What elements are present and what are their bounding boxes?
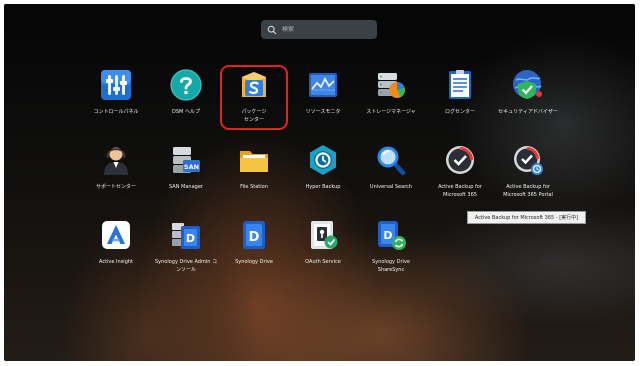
app-label: SAN Manager: [169, 184, 203, 190]
svg-text:D: D: [186, 232, 195, 245]
help-icon: [170, 69, 202, 101]
app-file-station[interactable]: File Station: [215, 143, 293, 191]
app-label: Synology Drive: [235, 259, 273, 265]
drive-sharesync-icon: D: [378, 221, 406, 250]
app-label: Synology Drive ShareSync: [372, 259, 410, 273]
app-control-panel[interactable]: コントロールパネル: [77, 68, 155, 116]
app-label: Universal Search: [369, 184, 413, 190]
svg-text:D: D: [249, 230, 260, 245]
app-label: Hyper Backup: [305, 184, 341, 190]
svg-text:SAN: SAN: [184, 163, 199, 171]
app-hyper-backup[interactable]: Hyper Backup: [284, 143, 362, 191]
app-tooltip: Active Backup for Microsoft 365 - [実行中]: [467, 211, 586, 224]
drive-admin-console-icon: D: [172, 223, 200, 249]
app-log-center[interactable]: ログセンター: [421, 68, 499, 116]
app-label: コントロールパネル: [93, 109, 139, 115]
app-drive-sharesync[interactable]: D Synology Drive ShareSync: [352, 218, 430, 274]
control-panel-icon: [101, 70, 131, 100]
security-advisor-icon: [513, 70, 542, 99]
app-label: ログセンター: [444, 109, 475, 115]
resource-monitor-icon: [309, 73, 337, 97]
app-active-backup-365-portal[interactable]: Active Backup for Microsoft 365 Portal: [489, 143, 567, 199]
active-backup-365-portal-icon: [514, 146, 543, 175]
app-label: ストレージマネージャ: [366, 109, 416, 115]
app-resource-monitor[interactable]: リソースモニタ: [284, 68, 362, 116]
synology-drive-icon: D: [243, 221, 265, 249]
app-dsm-help[interactable]: DSM ヘルプ: [147, 68, 225, 116]
app-label: Synology Drive Admin コ ンソール: [155, 259, 217, 273]
app-label: セキュリティアドバイザー: [498, 109, 558, 115]
support-center-icon: [104, 147, 128, 175]
search-bar[interactable]: [261, 20, 377, 39]
app-label: File Station: [240, 184, 268, 190]
storage-manager-icon: [378, 73, 405, 98]
desktop-background: コントロールパネル DSM ヘルプ パッケージ センター リソースモニタ: [4, 4, 635, 361]
file-station-icon: [240, 151, 268, 172]
oauth-service-icon: [311, 221, 338, 249]
log-center-icon: [449, 70, 471, 99]
app-active-insight[interactable]: Active Insight: [77, 218, 155, 266]
app-security-advisor[interactable]: セキュリティアドバイザー: [489, 68, 567, 116]
app-label: Active Insight: [99, 259, 133, 265]
svg-text:D: D: [383, 229, 392, 242]
app-storage-manager[interactable]: ストレージマネージャ: [352, 68, 430, 116]
app-oauth-service[interactable]: OAuth Service: [284, 218, 362, 266]
app-support-center[interactable]: サポートセンター: [77, 143, 155, 191]
app-label: Active Backup for Microsoft 365 Portal: [503, 184, 553, 198]
hyper-backup-icon: [310, 145, 336, 175]
app-label: サポートセンター: [95, 184, 136, 190]
san-manager-icon: SAN: [173, 147, 200, 173]
app-label: Active Backup for Microsoft 365: [438, 184, 482, 198]
package-center-highlight: [220, 65, 288, 130]
active-insight-icon: [102, 221, 130, 249]
app-label: OAuth Service: [305, 259, 341, 265]
app-san-manager[interactable]: SAN SAN Manager: [147, 143, 225, 191]
search-input[interactable]: [282, 26, 372, 33]
app-label: リソースモニタ: [305, 109, 341, 115]
app-synology-drive[interactable]: D Synology Drive: [215, 218, 293, 266]
app-drive-admin-console[interactable]: D Synology Drive Admin コ ンソール: [147, 218, 225, 274]
app-label: DSM ヘルプ: [172, 109, 200, 115]
app-universal-search[interactable]: Universal Search: [352, 143, 430, 191]
search-icon: [267, 25, 277, 34]
universal-search-icon: [377, 146, 406, 176]
app-active-backup-365[interactable]: Active Backup for Microsoft 365: [421, 143, 499, 199]
active-backup-365-icon: [446, 146, 474, 174]
